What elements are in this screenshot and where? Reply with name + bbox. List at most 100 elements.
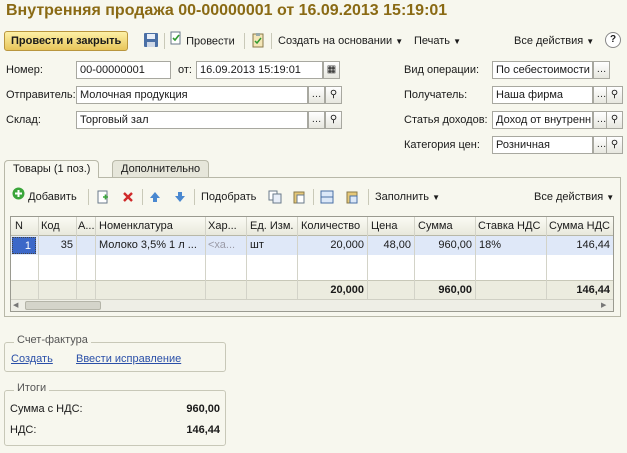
date-field[interactable]: 16.09.2013 15:19:01 xyxy=(196,61,323,79)
toolbar-separator xyxy=(244,33,245,49)
print-label: Печать xyxy=(414,35,451,47)
table-all-actions-label: Все действия xyxy=(534,191,604,203)
column-header[interactable]: Ставка НДС xyxy=(478,217,545,235)
print-menu[interactable]: Печать ▼ xyxy=(414,31,461,51)
number-label: Номер: xyxy=(6,64,43,76)
fill-label: Заполнить xyxy=(375,191,430,203)
select-ellipsis-icon[interactable]: … xyxy=(308,86,325,104)
totals-group-title: Итоги xyxy=(14,382,50,394)
chevron-down-icon: ▼ xyxy=(586,37,595,46)
table-cell[interactable]: 35 xyxy=(41,236,73,254)
table-cell[interactable]: 20,000 xyxy=(301,236,364,254)
all-actions-menu[interactable]: Все действия ▼ xyxy=(514,31,594,51)
column-header[interactable]: Сумма xyxy=(418,217,474,235)
all-actions-label: Все действия xyxy=(514,35,584,47)
search-icon[interactable]: ⚲ xyxy=(606,111,623,129)
scroll-left-icon[interactable]: ◀ xyxy=(13,301,23,310)
column-header[interactable]: Ед. Изм. xyxy=(250,217,296,235)
calendar-icon[interactable]: ▦ xyxy=(323,61,340,79)
fill-menu[interactable]: Заполнить ▼ xyxy=(375,187,440,207)
tab-additional[interactable]: Дополнительно xyxy=(112,160,210,178)
goods-table[interactable]: ◀ ▶ N Код А... Номенклатура Хар... Ед. И… xyxy=(10,216,614,312)
post-document-icon xyxy=(169,31,183,52)
sum-with-vat-label: Сумма с НДС: xyxy=(10,403,83,415)
enter-correction-link[interactable]: Ввести исправление xyxy=(76,353,181,365)
toolbar-separator xyxy=(88,189,89,205)
operation-type-label: Вид операции: xyxy=(404,64,480,76)
column-header[interactable]: N xyxy=(15,217,37,235)
table-cell[interactable]: 18% xyxy=(479,236,545,254)
price-category-field[interactable]: Розничная xyxy=(492,136,593,154)
post-button[interactable]: Провести xyxy=(169,31,235,51)
column-header[interactable]: Код xyxy=(41,217,75,235)
row-number-cell[interactable]: 1 xyxy=(12,237,36,254)
table-cell[interactable]: шт xyxy=(250,236,296,254)
table-cell[interactable]: 146,44 xyxy=(549,236,610,254)
table-cell[interactable]: 960,00 xyxy=(418,236,472,254)
search-icon[interactable]: ⚲ xyxy=(606,136,623,154)
split-rows-icon[interactable] xyxy=(320,190,334,207)
create-invoice-link[interactable]: Создать xyxy=(11,353,53,365)
number-field[interactable]: 00-00000001 xyxy=(76,61,171,79)
recipient-field[interactable]: Наша фирма xyxy=(492,86,593,104)
create-based-on-label: Создать на основании xyxy=(278,35,393,47)
table-cell[interactable]: Молоко 3,5% 1 л ... xyxy=(99,236,204,254)
table-cell[interactable]: 48,00 xyxy=(371,236,411,254)
warehouse-label: Склад: xyxy=(6,114,41,126)
date-label: от: xyxy=(178,64,192,76)
invoice-group-title: Счет-фактура xyxy=(14,334,91,346)
clipboard-check-icon[interactable] xyxy=(250,32,266,48)
column-header[interactable]: Номенклатура xyxy=(99,217,204,235)
select-ellipsis-icon[interactable]: … xyxy=(308,111,325,129)
search-icon[interactable]: ⚲ xyxy=(325,111,342,129)
toolbar-separator xyxy=(368,189,369,205)
warehouse-field[interactable]: Торговый зал xyxy=(76,111,308,129)
column-header[interactable]: Сумма НДС xyxy=(549,217,612,235)
toolbar-separator xyxy=(313,189,314,205)
create-based-on-menu[interactable]: Создать на основании ▼ xyxy=(278,31,403,51)
sender-field[interactable]: Молочная продукция xyxy=(76,86,308,104)
tab-goods[interactable]: Товары (1 поз.) xyxy=(4,160,100,178)
help-icon[interactable]: ? xyxy=(605,32,621,48)
pick-button[interactable]: Подобрать xyxy=(201,187,256,207)
search-icon[interactable]: ⚲ xyxy=(325,86,342,104)
toolbar-separator xyxy=(271,33,272,49)
chevron-down-icon: ▼ xyxy=(395,37,404,46)
toolbar-separator xyxy=(164,33,165,49)
search-icon[interactable]: ⚲ xyxy=(606,86,623,104)
paste-special-icon[interactable] xyxy=(345,190,359,207)
scrollbar-thumb[interactable] xyxy=(25,301,101,310)
totals-group xyxy=(4,390,226,446)
scroll-right-icon[interactable]: ▶ xyxy=(601,301,611,310)
copy-row-icon[interactable] xyxy=(96,190,110,207)
horizontal-scrollbar[interactable]: ◀ ▶ xyxy=(11,299,613,311)
toolbar-separator xyxy=(142,189,143,205)
add-row-label: Добавить xyxy=(28,191,77,203)
chevron-down-icon: ▼ xyxy=(606,193,615,202)
post-and-close-button[interactable]: Провести и закрыть xyxy=(4,31,129,51)
add-icon xyxy=(12,187,25,207)
select-ellipsis-icon[interactable]: … xyxy=(593,61,610,79)
move-down-icon[interactable] xyxy=(173,190,187,207)
add-row-button[interactable]: Добавить xyxy=(12,187,77,207)
operation-type-field[interactable]: По себестоимости xyxy=(492,61,593,79)
floppy-disk-icon[interactable] xyxy=(143,32,159,48)
total-sum: 960,00 xyxy=(438,284,472,296)
vat-value: 146,44 xyxy=(186,424,220,436)
column-header[interactable]: Цена xyxy=(371,217,413,235)
table-all-actions-menu[interactable]: Все действия ▼ xyxy=(534,187,614,207)
move-up-icon[interactable] xyxy=(148,190,162,207)
income-item-field[interactable]: Доход от внутренн xyxy=(492,111,593,129)
table-cell[interactable]: <ха... xyxy=(208,236,245,254)
post-button-label: Провести xyxy=(186,35,235,48)
column-header[interactable]: Количество xyxy=(301,217,366,235)
toolbar-separator xyxy=(194,189,195,205)
column-header[interactable]: А... xyxy=(78,217,94,235)
delete-icon[interactable] xyxy=(121,190,135,207)
window-title: Внутренняя продажа 00-00000001 от 16.09.… xyxy=(6,2,448,19)
income-item-label: Статья доходов: xyxy=(404,114,488,126)
column-header[interactable]: Хар... xyxy=(208,217,245,235)
total-vat-sum: 146,44 xyxy=(576,284,610,296)
paste-icon[interactable] xyxy=(292,190,306,207)
copy-icon[interactable] xyxy=(268,190,282,207)
